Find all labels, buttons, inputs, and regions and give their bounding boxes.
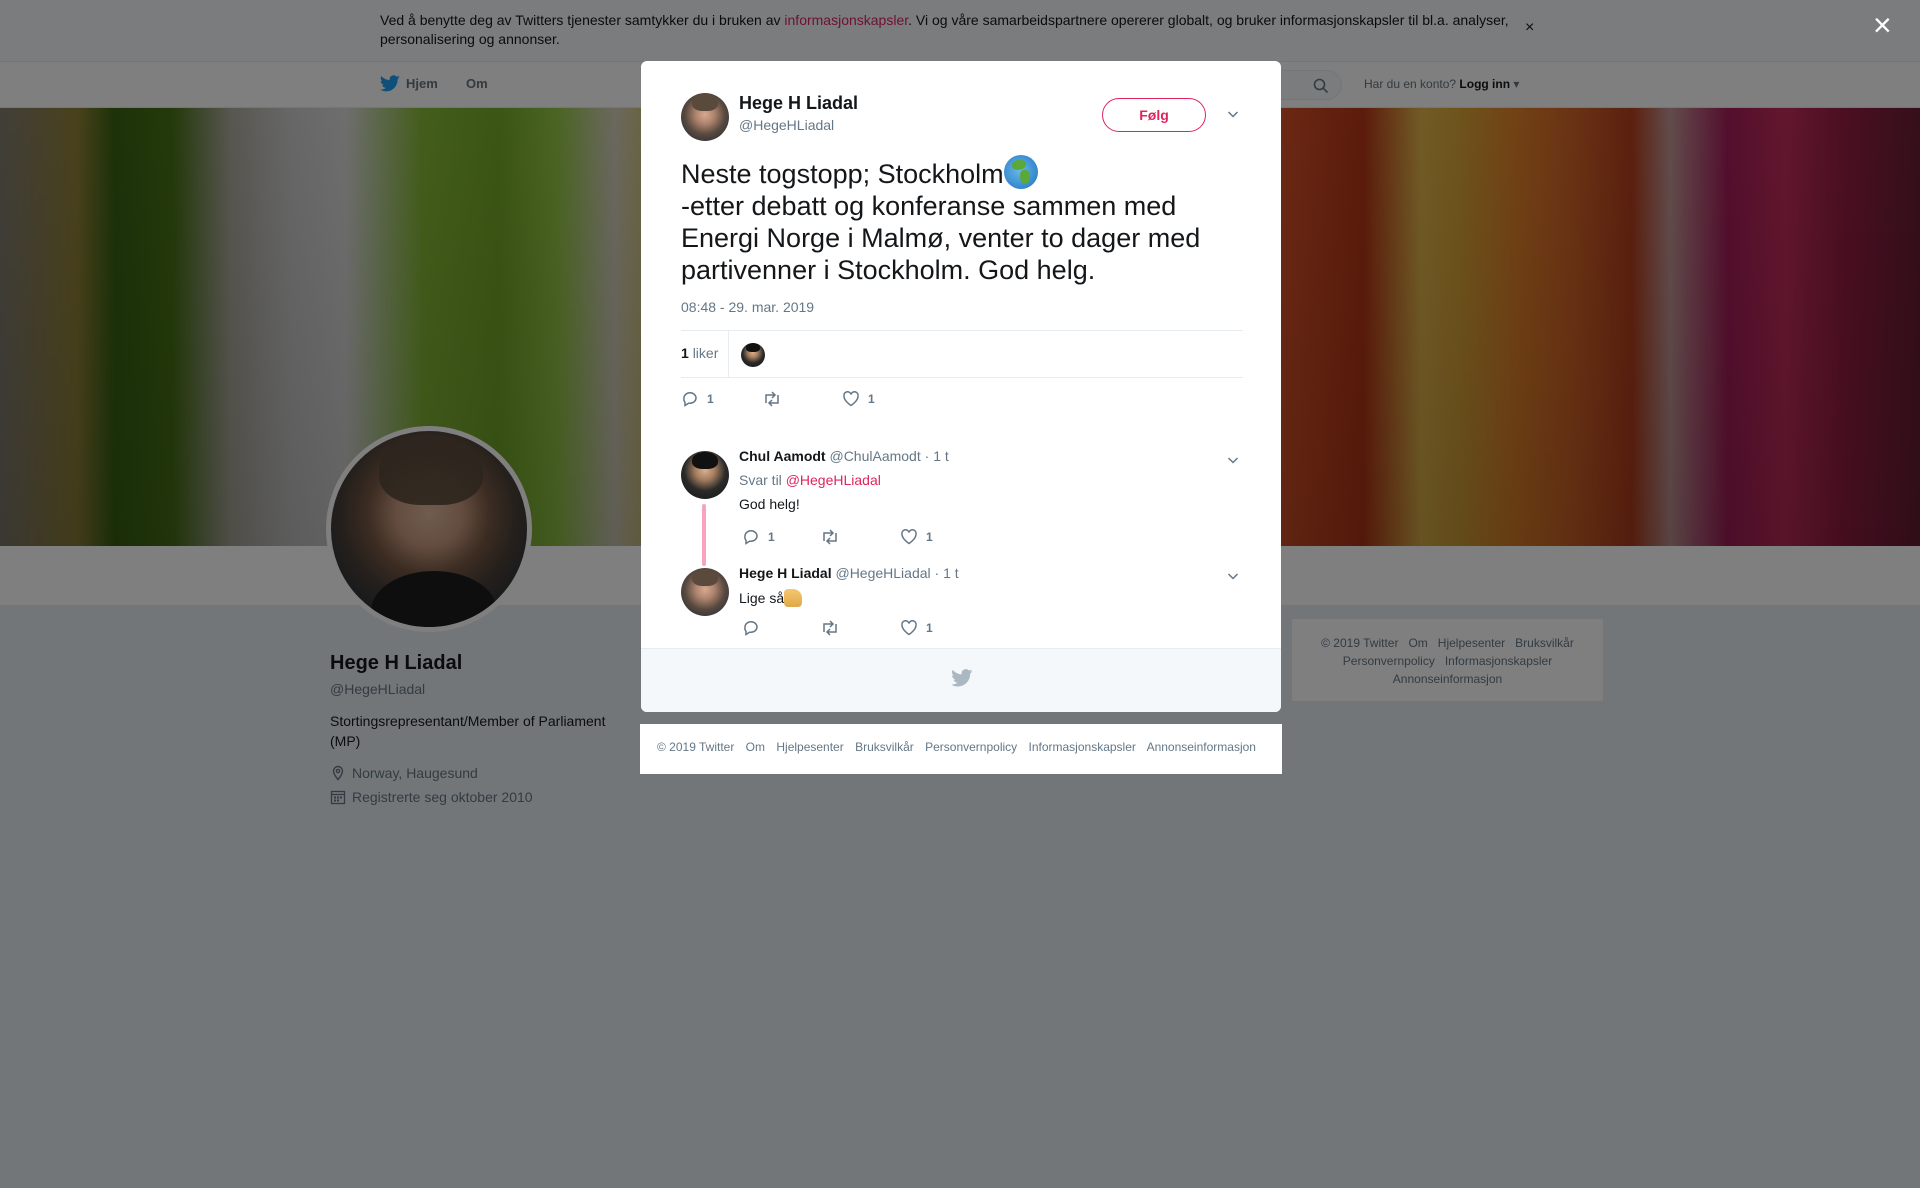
reply-time[interactable]: · 1 t: [925, 448, 949, 464]
reply-author-avatar[interactable]: [681, 451, 729, 499]
tweet-stats: 1 liker: [681, 330, 1243, 378]
globe-emoji-icon: [1003, 155, 1038, 189]
replying-prefix: Svar til: [739, 472, 782, 488]
reply-button[interactable]: 1: [681, 390, 714, 408]
legal-link[interactable]: Annonseinformasjon: [1147, 740, 1256, 754]
tweet-author-handle[interactable]: @HegeHLiadal: [739, 117, 834, 133]
reply-author-name[interactable]: Chul Aamodt: [739, 448, 826, 464]
like-button[interactable]: 1: [900, 619, 933, 637]
retweet-icon: [765, 391, 779, 407]
like-button[interactable]: 1: [900, 528, 933, 546]
modal-legal-footer: © 2019 Twitter Om Hjelpesenter Bruksvilk…: [640, 724, 1282, 774]
legal-link[interactable]: Informasjonskapsler: [1029, 740, 1136, 754]
reply-header: Hege H Liadal @HegeHLiadal · 1 t: [739, 565, 959, 581]
tweet-timestamp[interactable]: 08:48 - 29. mar. 2019: [681, 299, 814, 315]
heart-icon: [843, 391, 859, 407]
reply-author-name[interactable]: Hege H Liadal: [739, 565, 832, 581]
retweet-icon: [823, 529, 837, 545]
legal-copyright: © 2019 Twitter: [657, 740, 735, 754]
retweet-button[interactable]: [820, 528, 848, 546]
legal-link[interactable]: Bruksvilkår: [855, 740, 914, 754]
tweet-text: Neste togstopp; Stockholm -etter debatt …: [681, 155, 1241, 286]
legal-link[interactable]: Hjelpesenter: [776, 740, 843, 754]
twitter-bird-icon: [951, 669, 973, 687]
close-modal-button[interactable]: ×: [1873, 9, 1892, 41]
liker-avatar[interactable]: [741, 343, 765, 367]
replying-to-link[interactable]: @HegeHLiadal: [786, 472, 881, 488]
modal-footer: [641, 648, 1281, 712]
chevron-down-icon[interactable]: [1226, 107, 1240, 121]
reply-icon: [683, 392, 697, 407]
chevron-down-icon[interactable]: [1226, 569, 1240, 583]
like-count: 1: [926, 530, 933, 544]
tweet-text-line1: Neste togstopp; Stockholm: [681, 159, 1004, 189]
retweet-button[interactable]: [762, 390, 790, 408]
likes-count: 1: [681, 345, 689, 361]
legal-link[interactable]: Om: [746, 740, 765, 754]
reply-header: Chul Aamodt @ChulAamodt · 1 t: [739, 448, 949, 464]
reply-icon: [744, 530, 758, 545]
reply-author-handle[interactable]: @ChulAamodt: [829, 448, 920, 464]
heart-icon: [901, 620, 917, 636]
reply-text-content: Lige så: [739, 590, 785, 606]
like-button[interactable]: 1: [842, 390, 875, 408]
chevron-down-icon[interactable]: [1226, 453, 1240, 467]
reply-text: Lige så: [739, 589, 803, 607]
likes-stat[interactable]: 1 liker: [681, 345, 718, 361]
retweet-button[interactable]: [820, 619, 848, 637]
reply-button[interactable]: 1: [742, 528, 775, 546]
reply-author-handle[interactable]: @HegeHLiadal: [835, 565, 930, 581]
author-avatar[interactable]: [681, 93, 729, 141]
reply-count: 1: [707, 392, 714, 406]
thread-line: [702, 504, 706, 566]
like-count: 1: [926, 621, 933, 635]
reply-text: God helg!: [739, 496, 800, 512]
thumbs-up-emoji-icon: [784, 589, 803, 607]
reply-icon: [744, 621, 758, 636]
stats-divider: [728, 331, 729, 377]
reply-author-avatar[interactable]: [681, 568, 729, 616]
tweet-author-name[interactable]: Hege H Liadal: [739, 93, 858, 114]
likes-label: liker: [692, 345, 719, 361]
retweet-icon: [823, 620, 837, 636]
replying-to: Svar til @HegeHLiadal: [739, 472, 881, 488]
reply-button[interactable]: [742, 619, 768, 637]
heart-icon: [901, 529, 917, 545]
reply-time[interactable]: · 1 t: [935, 565, 959, 581]
tweet-text-body: -etter debatt og konferanse sammen med E…: [681, 191, 1201, 285]
legal-link[interactable]: Personvernpolicy: [925, 740, 1017, 754]
tweet-permalink-modal: Hege H Liadal @HegeHLiadal Følg Neste to…: [641, 61, 1281, 712]
reply-count: 1: [768, 530, 775, 544]
like-count: 1: [868, 392, 875, 406]
follow-button[interactable]: Følg: [1102, 98, 1206, 132]
